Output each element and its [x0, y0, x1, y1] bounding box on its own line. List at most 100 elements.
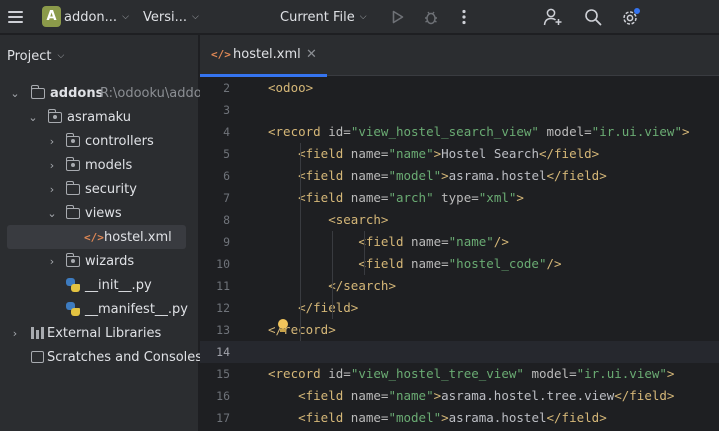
- line-number: 8: [223, 213, 230, 227]
- line-number: 15: [216, 367, 230, 381]
- tree-item-manifest-py[interactable]: __manifest__.py: [0, 297, 199, 321]
- tree-item-label: security: [85, 181, 137, 197]
- library-icon: [31, 327, 45, 339]
- project-switcher[interactable]: addon... ⌵: [64, 0, 129, 34]
- chevron-right-icon[interactable]: ›: [46, 159, 58, 172]
- code-text: <field name="hostel_code"/>: [358, 256, 562, 271]
- tree-item-label: External Libraries: [47, 325, 162, 341]
- chevron-right-icon[interactable]: ›: [46, 183, 58, 196]
- chevron-down-icon[interactable]: ⌄: [27, 111, 39, 124]
- python-file-icon: [66, 302, 80, 316]
- tree-item-wizards[interactable]: › wizards: [0, 249, 199, 273]
- code-line[interactable]: 14: [200, 341, 719, 363]
- tree-item-controllers[interactable]: › controllers: [0, 129, 199, 153]
- code-line[interactable]: 16 <field name="name">asrama.hostel.tree…: [200, 385, 719, 407]
- debug-icon[interactable]: [421, 0, 441, 34]
- code-text: <search>: [328, 212, 389, 227]
- line-number: 14: [216, 345, 230, 359]
- code-text: <field name="name">Hostel Search</field>: [298, 146, 600, 161]
- chevron-right-icon[interactable]: ›: [46, 255, 58, 268]
- code-line[interactable]: 12 </field>: [200, 297, 719, 319]
- folder-icon: [31, 85, 45, 99]
- project-badge[interactable]: A: [42, 6, 61, 27]
- code-line[interactable]: 17 <field name="model">asrama.hostel</fi…: [200, 407, 719, 429]
- xml-file-icon: </>: [84, 230, 104, 244]
- line-number: 16: [216, 389, 230, 403]
- line-number: 7: [223, 191, 230, 205]
- code-line[interactable]: 11 </search>: [200, 275, 719, 297]
- code-editor[interactable]: 17 <field name="model">asrama.hostel</fi…: [200, 77, 719, 431]
- line-number: 4: [223, 125, 230, 139]
- tree-item-label: views: [85, 205, 122, 221]
- code-text: <field name="arch" type="xml">: [298, 190, 524, 205]
- chevron-down-icon[interactable]: ⌄: [9, 87, 21, 100]
- chevron-down-icon: ⌵: [122, 12, 129, 22]
- code-line[interactable]: 5 <field name="name">Hostel Search</fiel…: [200, 143, 719, 165]
- tree-item-external-libraries[interactable]: › External Libraries: [0, 321, 199, 345]
- line-number: 6: [223, 169, 230, 183]
- run-config-selector[interactable]: Current File ⌵: [280, 0, 367, 34]
- code-line[interactable]: 6 <field name="model">asrama.hostel</fie…: [200, 165, 719, 187]
- tree-item-label: wizards: [85, 253, 135, 269]
- search-icon[interactable]: [582, 0, 604, 34]
- chevron-right-icon[interactable]: ›: [9, 327, 21, 340]
- chevron-down-icon: ⌵: [57, 51, 65, 61]
- indent-guide: [300, 143, 301, 341]
- run-icon[interactable]: [389, 0, 407, 34]
- package-icon: [66, 157, 80, 171]
- code-text: <record id="view_hostel_search_view" mod…: [268, 124, 690, 139]
- code-text: <field name="model">asrama.hostel</field…: [298, 410, 607, 425]
- project-name: addon...: [64, 9, 118, 25]
- vcs-widget[interactable]: Versi... ⌵: [143, 0, 199, 34]
- editor-tab-bar: </> hostel.xml ✕: [200, 35, 719, 77]
- add-user-icon[interactable]: [542, 0, 564, 34]
- code-line[interactable]: 3: [200, 99, 719, 121]
- chevron-down-icon[interactable]: ⌄: [46, 207, 58, 220]
- chevron-down-icon: ⌵: [192, 12, 199, 22]
- tree-item-label: hostel.xml: [104, 229, 172, 245]
- tree-item-label: asramaku: [67, 109, 132, 125]
- tree-item-asramaku[interactable]: ⌄ asramaku: [0, 105, 199, 129]
- code-text: <field name="name">asrama.hostel.tree.vi…: [298, 388, 675, 403]
- scratches-icon: [31, 351, 44, 363]
- folder-icon: [66, 205, 80, 219]
- tree-item-label: __init__.py: [85, 277, 152, 293]
- code-text: <record id="view_hostel_tree_view" model…: [268, 366, 675, 381]
- settings-gear-icon[interactable]: [620, 0, 642, 34]
- tree-item-security[interactable]: › security: [0, 177, 199, 201]
- indent-guide: [364, 231, 365, 275]
- code-line[interactable]: 10 <field name="hostel_code"/>: [200, 253, 719, 275]
- code-line[interactable]: 2 <odoo>: [200, 77, 719, 99]
- tab-label: hostel.xml: [233, 47, 301, 62]
- indent-guide: [332, 231, 333, 319]
- tree-item-views[interactable]: ⌄ views: [0, 201, 199, 225]
- tree-item-models[interactable]: › models: [0, 153, 199, 177]
- code-line[interactable]: 9 <field name="name"/>: [200, 231, 719, 253]
- more-actions-icon[interactable]: [458, 0, 470, 34]
- vcs-label: Versi...: [143, 9, 188, 25]
- line-number: 10: [216, 257, 230, 271]
- package-icon: [66, 133, 80, 147]
- intention-bulb-icon[interactable]: [276, 319, 290, 333]
- run-config-label: Current File: [280, 9, 355, 25]
- code-line[interactable]: 4 <record id="view_hostel_search_view" mo…: [200, 121, 719, 143]
- tree-item-hostel-xml[interactable]: </> hostel.xml: [7, 225, 186, 249]
- tree-item-addons[interactable]: ⌄ addons R:\odooku\addo: [0, 81, 202, 105]
- main-toolbar: A addon... ⌵ Versi... ⌵ Current File ⌵: [0, 0, 719, 34]
- tree-item-scratches[interactable]: Scratches and Consoles: [0, 345, 202, 369]
- line-number: 2: [223, 81, 230, 95]
- close-icon[interactable]: ✕: [306, 47, 317, 62]
- python-file-icon: [66, 278, 80, 292]
- line-number: 13: [216, 323, 230, 337]
- code-line[interactable]: 7 <field name="arch" type="xml">: [200, 187, 719, 209]
- line-number: 9: [223, 235, 230, 249]
- line-number: 17: [216, 411, 230, 425]
- tab-hostel-xml[interactable]: </> hostel.xml ✕: [200, 35, 327, 77]
- main-menu-icon[interactable]: [6, 0, 24, 34]
- chevron-down-icon: ⌵: [359, 12, 367, 22]
- code-line[interactable]: 15 <record id="view_hostel_tree_view" mod…: [200, 363, 719, 385]
- tree-item-init-py[interactable]: __init__.py: [0, 273, 199, 297]
- code-line[interactable]: 8 <search>: [200, 209, 719, 231]
- project-view-selector[interactable]: Project ⌵: [7, 43, 64, 69]
- chevron-right-icon[interactable]: ›: [46, 135, 58, 148]
